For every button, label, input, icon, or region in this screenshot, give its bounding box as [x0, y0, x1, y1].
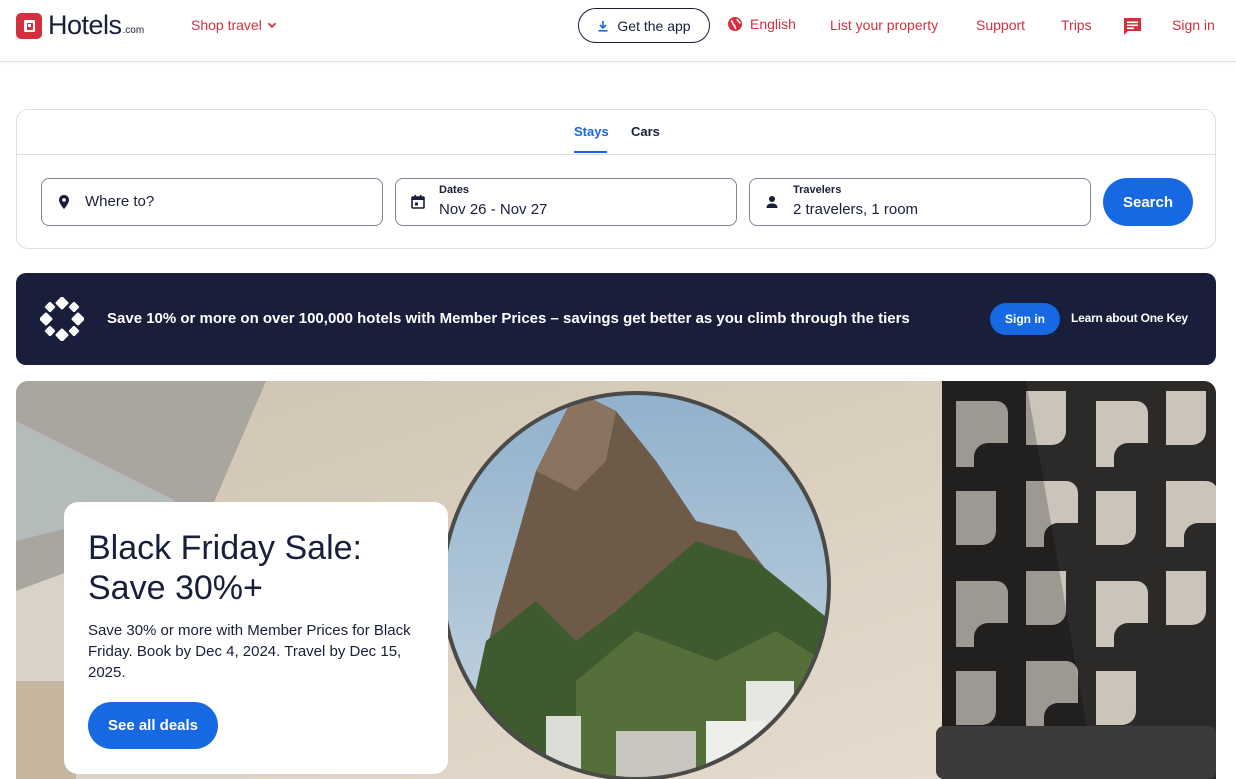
- location-pin-icon: [59, 195, 69, 209]
- sign-in-link[interactable]: Sign in: [1172, 17, 1215, 33]
- dates-value: Nov 26 - Nov 27: [439, 201, 548, 218]
- site-header: Hotels .com Shop travel Get the app Engl…: [0, 0, 1236, 62]
- chevron-down-icon: [267, 22, 276, 29]
- dates-field[interactable]: Dates Nov 26 - Nov 27: [395, 178, 737, 226]
- list-property-link[interactable]: List your property: [830, 17, 938, 33]
- promo-card: Black Friday Sale: Save 30%+ Save 30% or…: [64, 502, 448, 774]
- promo-title: Black Friday Sale: Save 30%+: [88, 529, 362, 607]
- banner-sign-in-button[interactable]: Sign in: [990, 303, 1060, 335]
- travelers-label: Travelers: [793, 184, 842, 196]
- search-form: Stays Cars Where to? Dates Nov 26 - Nov …: [16, 109, 1216, 249]
- globe-icon: [728, 17, 742, 31]
- logo-text: Hotels: [48, 10, 122, 40]
- language-selector[interactable]: English: [727, 16, 796, 32]
- get-the-app-label: Get the app: [617, 17, 691, 34]
- one-key-icon: [40, 297, 84, 341]
- hotels-logo[interactable]: Hotels .com: [16, 11, 144, 39]
- learn-one-key-link[interactable]: Learn about One Key: [1071, 311, 1188, 325]
- shop-travel-label: Shop travel: [191, 17, 262, 33]
- tab-stays[interactable]: Stays: [574, 124, 609, 139]
- search-button[interactable]: Search: [1103, 178, 1193, 226]
- shop-travel-menu[interactable]: Shop travel: [191, 17, 278, 33]
- get-the-app-button[interactable]: Get the app: [578, 8, 710, 43]
- see-all-deals-button[interactable]: See all deals: [88, 702, 218, 749]
- message-icon[interactable]: [1122, 16, 1143, 36]
- member-prices-text: Save 10% or more on over 100,000 hotels …: [107, 310, 910, 327]
- promo-description: Save 30% or more with Member Prices for …: [88, 622, 411, 681]
- destination-field[interactable]: Where to?: [41, 178, 383, 226]
- download-icon: [598, 20, 608, 32]
- dates-label: Dates: [439, 184, 469, 196]
- destination-placeholder: Where to?: [85, 193, 155, 210]
- tab-cars[interactable]: Cars: [631, 124, 660, 139]
- support-link[interactable]: Support: [976, 17, 1025, 33]
- travelers-field[interactable]: Travelers 2 travelers, 1 room: [749, 178, 1091, 226]
- trips-link[interactable]: Trips: [1061, 17, 1092, 33]
- calendar-icon: [411, 195, 425, 209]
- hotels-logo-icon: [16, 13, 42, 39]
- search-tabs: Stays Cars: [17, 110, 1215, 155]
- logo-suffix: .com: [122, 25, 145, 36]
- language-label: English: [750, 16, 796, 32]
- person-icon: [766, 196, 778, 208]
- travelers-value: 2 travelers, 1 room: [793, 201, 919, 218]
- member-prices-banner: Save 10% or more on over 100,000 hotels …: [16, 273, 1216, 365]
- active-tab-indicator: [574, 151, 607, 153]
